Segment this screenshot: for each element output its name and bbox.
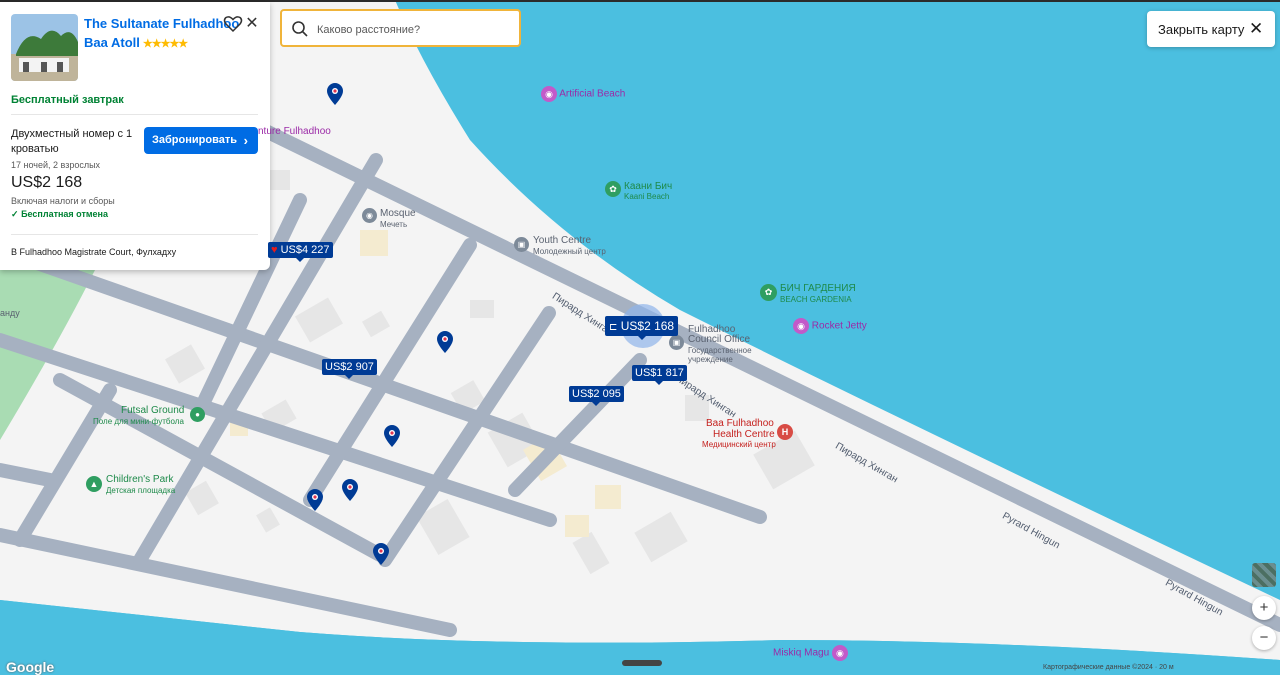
- poi-children-en: Children's Park: [106, 474, 174, 485]
- price-pin-label: US$4 227: [280, 244, 330, 256]
- map-layer-toggle[interactable]: [1252, 563, 1276, 587]
- poi-council-2: Council Office: [688, 334, 751, 345]
- atoll-label[interactable]: Baa Atoll: [84, 35, 140, 50]
- book-button[interactable]: Забронировать ›: [144, 127, 258, 154]
- hotel-name[interactable]: The Sultanate Fulhadhoo: [84, 16, 239, 31]
- sports-pin-icon: ●: [190, 407, 205, 422]
- poi-health-2: Health Centre: [713, 429, 775, 440]
- distance-search-box[interactable]: [280, 9, 521, 47]
- poi-council-4: учреждение: [688, 355, 733, 364]
- price-pin-label: US$2 168: [620, 319, 675, 333]
- poi-council-1: Fulhadhoo: [688, 324, 736, 335]
- hotel-marker-icon[interactable]: [435, 330, 455, 354]
- close-map-label: Закрыть карту: [1158, 22, 1245, 37]
- poi-rocket-jetty-label: Rocket Jetty: [811, 320, 867, 332]
- price-pin-selected[interactable]: ⊏ US$2 168: [605, 316, 679, 340]
- poi-artificial-beach-label: Artificial Beach: [559, 88, 626, 100]
- poi-gardenia-en: BEACH GARDENIA: [780, 295, 852, 304]
- google-logo: Google: [6, 659, 55, 675]
- poi-children-ru: Детская площадка: [106, 486, 176, 495]
- close-map-button[interactable]: Закрыть карту ✕: [1147, 11, 1275, 47]
- check-icon: ✓: [11, 209, 19, 219]
- poi-health-3: Медицинский центр: [702, 440, 776, 449]
- divider: [11, 114, 258, 115]
- poi-rocket-jetty[interactable]: ◉ Rocket Jetty: [793, 318, 867, 334]
- park-pin-icon: ✿: [760, 284, 777, 301]
- price-pin-label: US$2 095: [572, 388, 621, 400]
- poi-venture-label[interactable]: nture Fulhadhoo: [258, 127, 331, 137]
- poi-miskiq-label: Miskiq Magu: [773, 647, 830, 659]
- poi-gardenia-ru: БИЧ ГАРДЕНИЯ: [780, 283, 856, 294]
- breakfast-badge: Бесплатный завтрак: [11, 94, 124, 106]
- camera-pin-icon: ◉: [793, 318, 809, 334]
- price-pin-label: US$2 907: [325, 361, 374, 373]
- star-rating: ★★★★★: [142, 38, 188, 50]
- hotel-marker-icon[interactable]: [382, 424, 402, 448]
- favorite-heart-icon[interactable]: [223, 14, 243, 34]
- poi-council-3: Государственное: [688, 346, 752, 355]
- free-cancellation: ✓ Бесплатная отмена: [11, 209, 108, 220]
- price-pin[interactable]: US$2 095: [569, 386, 624, 406]
- book-button-label: Забронировать: [152, 134, 237, 146]
- search-input[interactable]: [315, 20, 514, 40]
- poi-mosque-ru: Мечеть: [380, 220, 408, 229]
- hotel-location[interactable]: Baa Atoll ★★★★★: [84, 35, 188, 50]
- hotel-marker-icon[interactable]: [371, 542, 391, 566]
- poi-health-1: Baa Fulhadhoo: [706, 418, 774, 429]
- price-pin-label: US$1 817: [635, 367, 684, 379]
- mosque-icon: ◉: [362, 208, 377, 223]
- poi-kaani-ru: Каани Бич: [624, 181, 673, 192]
- stay-details: 17 ночей, 2 взрослых: [11, 160, 101, 170]
- taxes-note: Включая налоги и сборы: [11, 196, 115, 206]
- park-pin-icon: ✿: [605, 181, 621, 197]
- bed-icon: ⊏: [609, 322, 618, 333]
- free-cancellation-label: Бесплатная отмена: [21, 209, 108, 219]
- price-pin-favorite[interactable]: ♥ US$4 227: [268, 242, 333, 262]
- poi-youth-ru: Молодежный центр: [533, 247, 606, 256]
- drag-handle[interactable]: [622, 660, 662, 666]
- hotel-photo[interactable]: [11, 14, 78, 81]
- poi-kaani-en: Kaani Beach: [624, 192, 670, 201]
- hotel-card[interactable]: The Sultanate Fulhadhoo Baa Atoll ★★★★★ ✕…: [0, 2, 270, 270]
- price-pin[interactable]: US$2 907: [322, 359, 377, 379]
- price-pin[interactable]: US$1 817: [632, 365, 687, 385]
- zoom-out-button[interactable]: −: [1252, 626, 1276, 650]
- close-icon: ✕: [1249, 19, 1264, 38]
- camera-pin-icon: ◉: [831, 645, 848, 661]
- building-icon: ▣: [514, 237, 529, 252]
- poi-futsal-ru: Поле для мини-футбола: [93, 417, 184, 426]
- building-icon: ▣: [669, 335, 684, 350]
- chevron-right-icon: ›: [243, 133, 248, 148]
- poi-artificial-beach[interactable]: ◉ Artificial Beach: [541, 86, 625, 102]
- search-icon: [292, 21, 308, 37]
- hospital-icon: H: [777, 424, 793, 440]
- hotel-marker-icon[interactable]: [305, 488, 325, 512]
- camera-pin-icon: ◉: [541, 86, 557, 102]
- poi-mosque-en: Mosque: [380, 208, 416, 219]
- zoom-in-button[interactable]: +: [1252, 596, 1276, 620]
- hotel-marker-icon[interactable]: [325, 82, 345, 106]
- divider: [11, 234, 258, 235]
- room-type: Двухместный номер с 1 кроватью: [11, 128, 133, 155]
- heart-icon: ♥: [271, 244, 278, 256]
- address: В Fulhadhoo Magistrate Court, Фулхадху: [11, 247, 177, 257]
- poi-andu-label[interactable]: анду: [0, 309, 20, 318]
- poi-youth-en: Youth Centre: [533, 235, 592, 246]
- map-attribution[interactable]: Картографические данные ©2024 · 20 м: [1043, 664, 1174, 671]
- poi-miskiq-magu[interactable]: Miskiq Magu ◉: [773, 645, 848, 661]
- tree-pin-icon: ▲: [86, 476, 102, 492]
- poi-futsal-en: Futsal Ground: [121, 405, 185, 416]
- price: US$2 168: [11, 174, 83, 191]
- close-card-icon[interactable]: ✕: [244, 14, 260, 34]
- hotel-marker-icon[interactable]: [340, 478, 360, 502]
